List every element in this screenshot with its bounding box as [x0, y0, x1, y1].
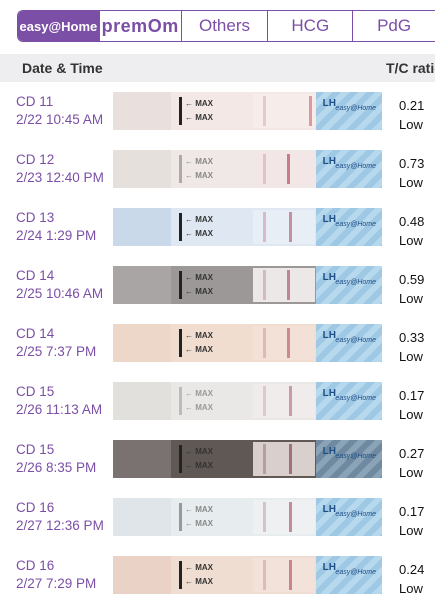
test-strip-image: ← MAX ← MAX LH easy@Home: [113, 498, 382, 536]
test-datetime: 2/27 12:36 PM: [16, 518, 104, 533]
cycle-day: CD 11: [16, 94, 54, 109]
list-item[interactable]: CD 12 2/23 12:40 PM ← MAX ← MAX LH easy@H…: [0, 145, 435, 202]
test-strip-image: ← MAX ← MAX LH easy@Home: [113, 92, 382, 130]
tab-premom[interactable]: premOm: [100, 11, 182, 41]
tab-easy-home[interactable]: easy@Home: [18, 11, 100, 41]
table-header: Date & Time T/C ratio: [0, 54, 435, 82]
test-datetime: 2/22 10:45 AM: [16, 112, 104, 127]
max-label: ← MAX: [185, 113, 214, 122]
cycle-day: CD 13: [16, 210, 55, 225]
list-item[interactable]: CD 13 2/24 1:29 PM ← MAX ← MAX LH easy@Ho…: [0, 203, 435, 260]
lh-level: Low: [399, 117, 423, 132]
max-label: ← MAX: [185, 345, 214, 354]
list-item[interactable]: CD 14 2/25 10:46 AM ← MAX ← MAX LH easy@H…: [0, 261, 435, 318]
lh-level: Low: [399, 523, 423, 538]
max-label: ← MAX: [185, 229, 214, 238]
tab-pdg-label: PdG: [377, 16, 412, 35]
list-item[interactable]: CD 16 2/27 12:36 PM ← MAX ← MAX LH easy@H…: [0, 493, 435, 550]
tc-ratio-value: 0.59: [399, 272, 425, 287]
max-label: ← MAX: [185, 157, 214, 166]
test-datetime: 2/27 7:29 PM: [16, 576, 97, 591]
cycle-day: CD 14: [16, 268, 55, 283]
test-strip-image: ← MAX ← MAX LH easy@Home: [113, 208, 382, 246]
lh-level: Low: [399, 291, 423, 306]
test-datetime: 2/23 12:40 PM: [16, 170, 104, 185]
test-strip-image: ← MAX ← MAX LH easy@Home: [113, 382, 382, 420]
cycle-day: CD 15: [16, 442, 55, 457]
test-datetime: 2/26 8:35 PM: [16, 460, 97, 475]
tab-hcg-label: HCG: [291, 16, 330, 35]
test-datetime: 2/26 11:13 AM: [16, 402, 103, 417]
max-label: ← MAX: [185, 519, 214, 528]
max-label: ← MAX: [185, 403, 214, 412]
tc-ratio-value: 0.48: [399, 214, 425, 229]
cycle-day: CD 12: [16, 152, 55, 167]
tc-ratio-header: T/C ratio: [386, 60, 435, 76]
list-item[interactable]: CD 11 2/22 10:45 AM ← MAX ← MAX LH easy@H…: [0, 87, 435, 144]
max-label: ← MAX: [185, 331, 214, 340]
tc-ratio-value: 0.24: [399, 562, 425, 577]
date-time-header: Date & Time: [22, 60, 103, 76]
cycle-day: CD 16: [16, 558, 55, 573]
tc-ratio-value: 0.73: [399, 156, 425, 171]
tab-easy-home-label: easy@Home: [19, 18, 98, 34]
test-strip-image: ← MAX ← MAX LH easy@Home: [113, 324, 382, 362]
tab-pdg[interactable]: PdG: [353, 11, 435, 41]
cycle-day: CD 16: [16, 500, 55, 515]
max-label: ← MAX: [185, 563, 214, 572]
tc-ratio-value: 0.33: [399, 330, 425, 345]
tc-ratio-value: 0.21: [399, 98, 425, 113]
test-strip-image: ← MAX ← MAX LH easy@Home: [113, 556, 382, 594]
test-strip-image: ← MAX ← MAX LH easy@Home: [113, 150, 382, 188]
cycle-day: CD 15: [16, 384, 55, 399]
lh-level: Low: [399, 465, 423, 480]
test-datetime: 2/25 10:46 AM: [16, 286, 104, 301]
lh-level: Low: [399, 407, 423, 422]
list-item[interactable]: CD 14 2/25 7:37 PM ← MAX ← MAX LH easy@Ho…: [0, 319, 435, 376]
tab-others-label: Others: [198, 16, 250, 35]
tab-others[interactable]: Others: [182, 11, 269, 41]
test-datetime: 2/24 1:29 PM: [16, 228, 97, 243]
tab-premom-label: premOm: [101, 15, 179, 36]
max-label: ← MAX: [185, 461, 214, 470]
tc-ratio-value: 0.17: [399, 388, 425, 403]
test-strip-image: ← MAX ← MAX LH easy@Home: [113, 266, 382, 304]
test-datetime: 2/25 7:37 PM: [16, 344, 97, 359]
lh-level: Low: [399, 233, 423, 248]
tc-ratio-value: 0.27: [399, 446, 425, 461]
cycle-day: CD 14: [16, 326, 55, 341]
list-item[interactable]: CD 15 2/26 11:13 AM ← MAX ← MAX LH easy@H…: [0, 377, 435, 434]
max-label: ← MAX: [185, 577, 214, 586]
max-label: ← MAX: [185, 505, 214, 514]
lh-level: Low: [399, 175, 423, 190]
lh-level: Low: [399, 349, 423, 364]
max-label: ← MAX: [185, 99, 214, 108]
max-label: ← MAX: [185, 447, 214, 456]
max-label: ← MAX: [185, 171, 214, 180]
list-item[interactable]: CD 16 2/27 7:29 PM ← MAX ← MAX LH easy@Ho…: [0, 551, 435, 608]
max-label: ← MAX: [185, 287, 214, 296]
max-label: ← MAX: [185, 389, 214, 398]
max-label: ← MAX: [185, 273, 214, 282]
list-item[interactable]: CD 15 2/26 8:35 PM ← MAX ← MAX LH easy@Ho…: [0, 435, 435, 492]
tc-ratio-value: 0.17: [399, 504, 425, 519]
lh-level: Low: [399, 581, 423, 596]
test-strip-image: ← MAX ← MAX LH easy@Home: [113, 440, 382, 478]
tab-hcg[interactable]: HCG: [268, 11, 354, 41]
max-label: ← MAX: [185, 215, 214, 224]
brand-tab-bar: easy@Home premOm Others HCG PdG: [17, 10, 435, 42]
